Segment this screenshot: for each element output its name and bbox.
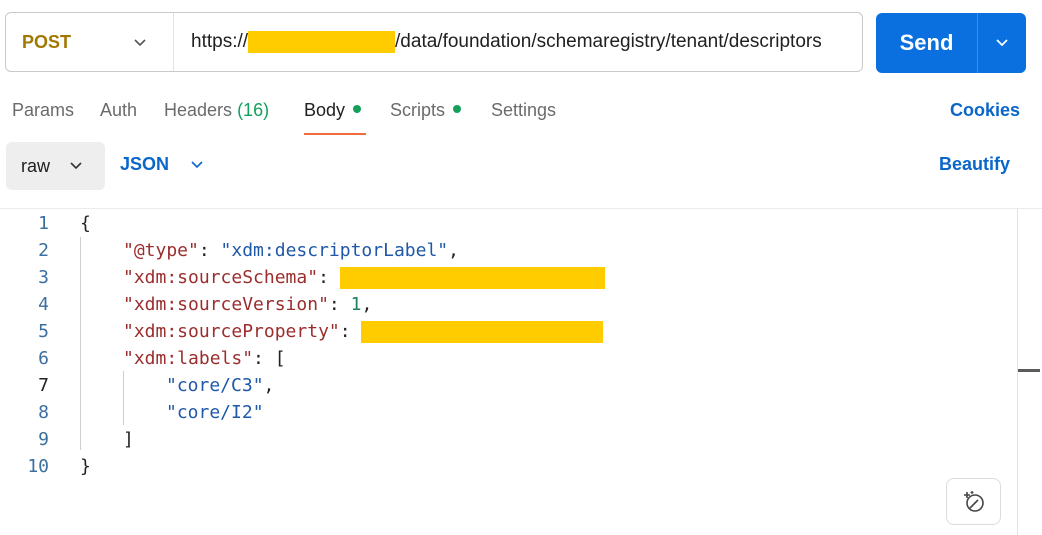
code-line: "xdm:labels": [	[123, 348, 286, 369]
tab-headers-label: Headers	[164, 100, 233, 120]
send-button[interactable]: Send	[876, 13, 977, 73]
scrollbar[interactable]	[1017, 209, 1018, 535]
tab-auth[interactable]: Auth	[100, 100, 137, 124]
tab-scripts[interactable]: Scripts	[390, 100, 462, 124]
url-prefix: https://	[191, 31, 249, 52]
language-select[interactable]: JSON	[120, 154, 205, 175]
url-path: /data/foundation/schemaregistry/tenant/d…	[395, 31, 822, 52]
tab-scripts-label: Scripts	[390, 100, 446, 120]
line-number: 6	[38, 348, 49, 369]
line-number: 5	[38, 321, 49, 342]
send-options-button[interactable]	[978, 13, 1026, 73]
code-line: }	[80, 456, 91, 477]
method-select[interactable]: POST	[6, 13, 174, 71]
line-number: 9	[38, 429, 49, 450]
chevron-down-icon	[996, 39, 1008, 47]
indent-guide	[80, 237, 81, 450]
line-number: 3	[38, 267, 49, 288]
tab-headers-count: (16)	[237, 100, 270, 120]
code-editor[interactable]: 1 2 3 4 5 6 7 8 9 10 { "@type": "xdm:des…	[0, 209, 1016, 535]
line-number: 10	[27, 456, 49, 477]
language-label: JSON	[120, 154, 170, 174]
line-number: 2	[38, 240, 49, 261]
line-number: 1	[38, 213, 49, 234]
code-line: {	[80, 213, 91, 234]
tab-body-label: Body	[304, 100, 346, 120]
status-dot	[453, 105, 462, 114]
tab-headers[interactable]: Headers (16)	[164, 100, 269, 124]
chevron-down-icon	[191, 160, 203, 168]
url-redaction	[248, 30, 396, 53]
chevron-down-icon	[134, 39, 146, 47]
method-label: POST	[22, 31, 72, 52]
tab-params[interactable]: Params	[12, 100, 74, 124]
code-line: "xdm:sourceSchema":	[123, 267, 605, 289]
code-line: ]	[123, 429, 134, 450]
value-redaction	[361, 321, 604, 343]
cookies-link[interactable]: Cookies	[950, 100, 1020, 121]
magic-sparkle-icon	[963, 490, 984, 512]
body-mode-select[interactable]: raw	[6, 142, 105, 190]
scrollbar-thumb[interactable]	[1018, 369, 1040, 372]
code-line: "xdm:sourceVersion": 1,	[123, 294, 373, 315]
tab-body[interactable]: Body	[304, 100, 362, 124]
code-line: "core/C3",	[166, 375, 275, 396]
line-number: 8	[38, 402, 49, 423]
url-input[interactable]: https:// /data/foundation/schemaregistry/…	[191, 13, 822, 71]
chevron-down-icon	[70, 162, 82, 170]
indent-guide	[123, 371, 124, 425]
line-number: 7	[38, 375, 49, 396]
status-dot	[353, 105, 362, 114]
url-bar: POST https:// /data/foundation/schemaregi…	[5, 12, 863, 72]
active-tab-indicator	[304, 133, 366, 135]
beautify-button[interactable]: Beautify	[939, 154, 1010, 175]
code-line: "core/I2"	[166, 402, 264, 423]
body-mode-label: raw	[21, 155, 51, 176]
send-button-group: Send	[876, 13, 1026, 73]
code-line: "xdm:sourceProperty":	[123, 321, 604, 343]
value-redaction	[339, 267, 605, 289]
tab-settings[interactable]: Settings	[491, 100, 556, 124]
line-number: 4	[38, 294, 49, 315]
code-line: "@type": "xdm:descriptorLabel",	[123, 240, 459, 261]
ai-assist-button[interactable]	[946, 478, 1001, 525]
